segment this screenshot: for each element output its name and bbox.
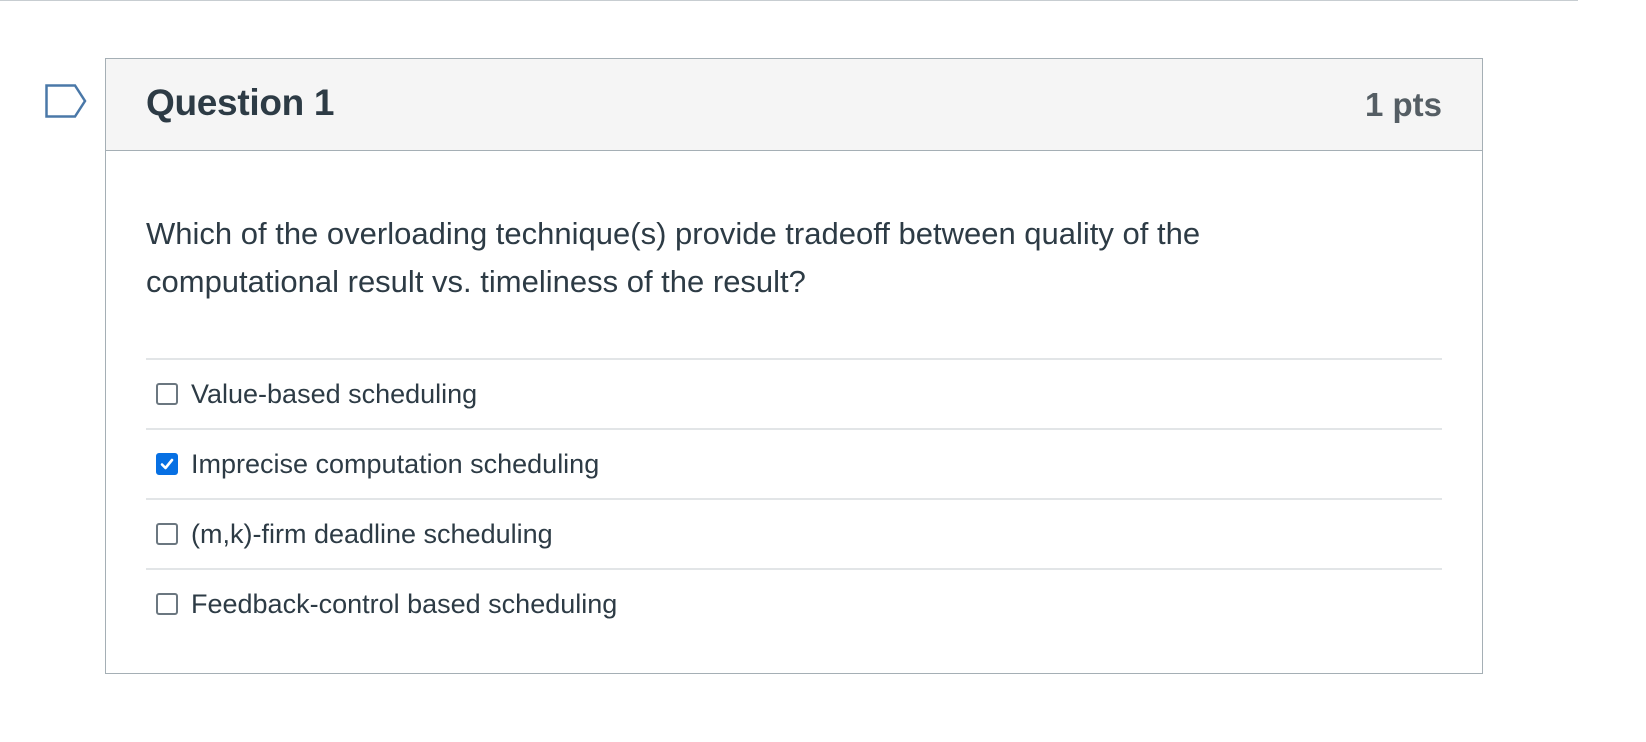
checkmark-icon <box>160 458 174 470</box>
question-body: Which of the overloading technique(s) pr… <box>106 210 1482 638</box>
question-text: Which of the overloading technique(s) pr… <box>146 216 1201 299</box>
answer-checkbox[interactable] <box>156 383 178 405</box>
answer-label: Value-based scheduling <box>191 378 478 409</box>
answer-option[interactable]: Imprecise computation scheduling <box>146 430 1442 500</box>
question-card: Question 1 1 pts Which of the overloadin… <box>105 58 1483 674</box>
answer-label: Feedback-control based scheduling <box>191 588 618 619</box>
top-divider <box>0 0 1578 1</box>
answer-label: (m,k)-firm deadline scheduling <box>191 518 553 549</box>
answer-checkbox[interactable] <box>156 593 178 615</box>
answer-list: Value-based scheduling Imprecise computa… <box>146 358 1442 638</box>
answer-checkbox[interactable] <box>156 523 178 545</box>
answer-option[interactable]: (m,k)-firm deadline scheduling <box>146 500 1442 570</box>
question-points: 1 pts <box>1364 86 1442 123</box>
flag-question-icon[interactable] <box>45 84 89 118</box>
answer-label: Imprecise computation scheduling <box>191 448 600 479</box>
answer-option[interactable]: Feedback-control based scheduling <box>146 570 1442 638</box>
answer-option[interactable]: Value-based scheduling <box>146 360 1442 430</box>
question-title: Question 1 <box>146 82 335 123</box>
answer-checkbox[interactable] <box>156 453 178 475</box>
question-header: Question 1 1 pts <box>106 59 1482 151</box>
